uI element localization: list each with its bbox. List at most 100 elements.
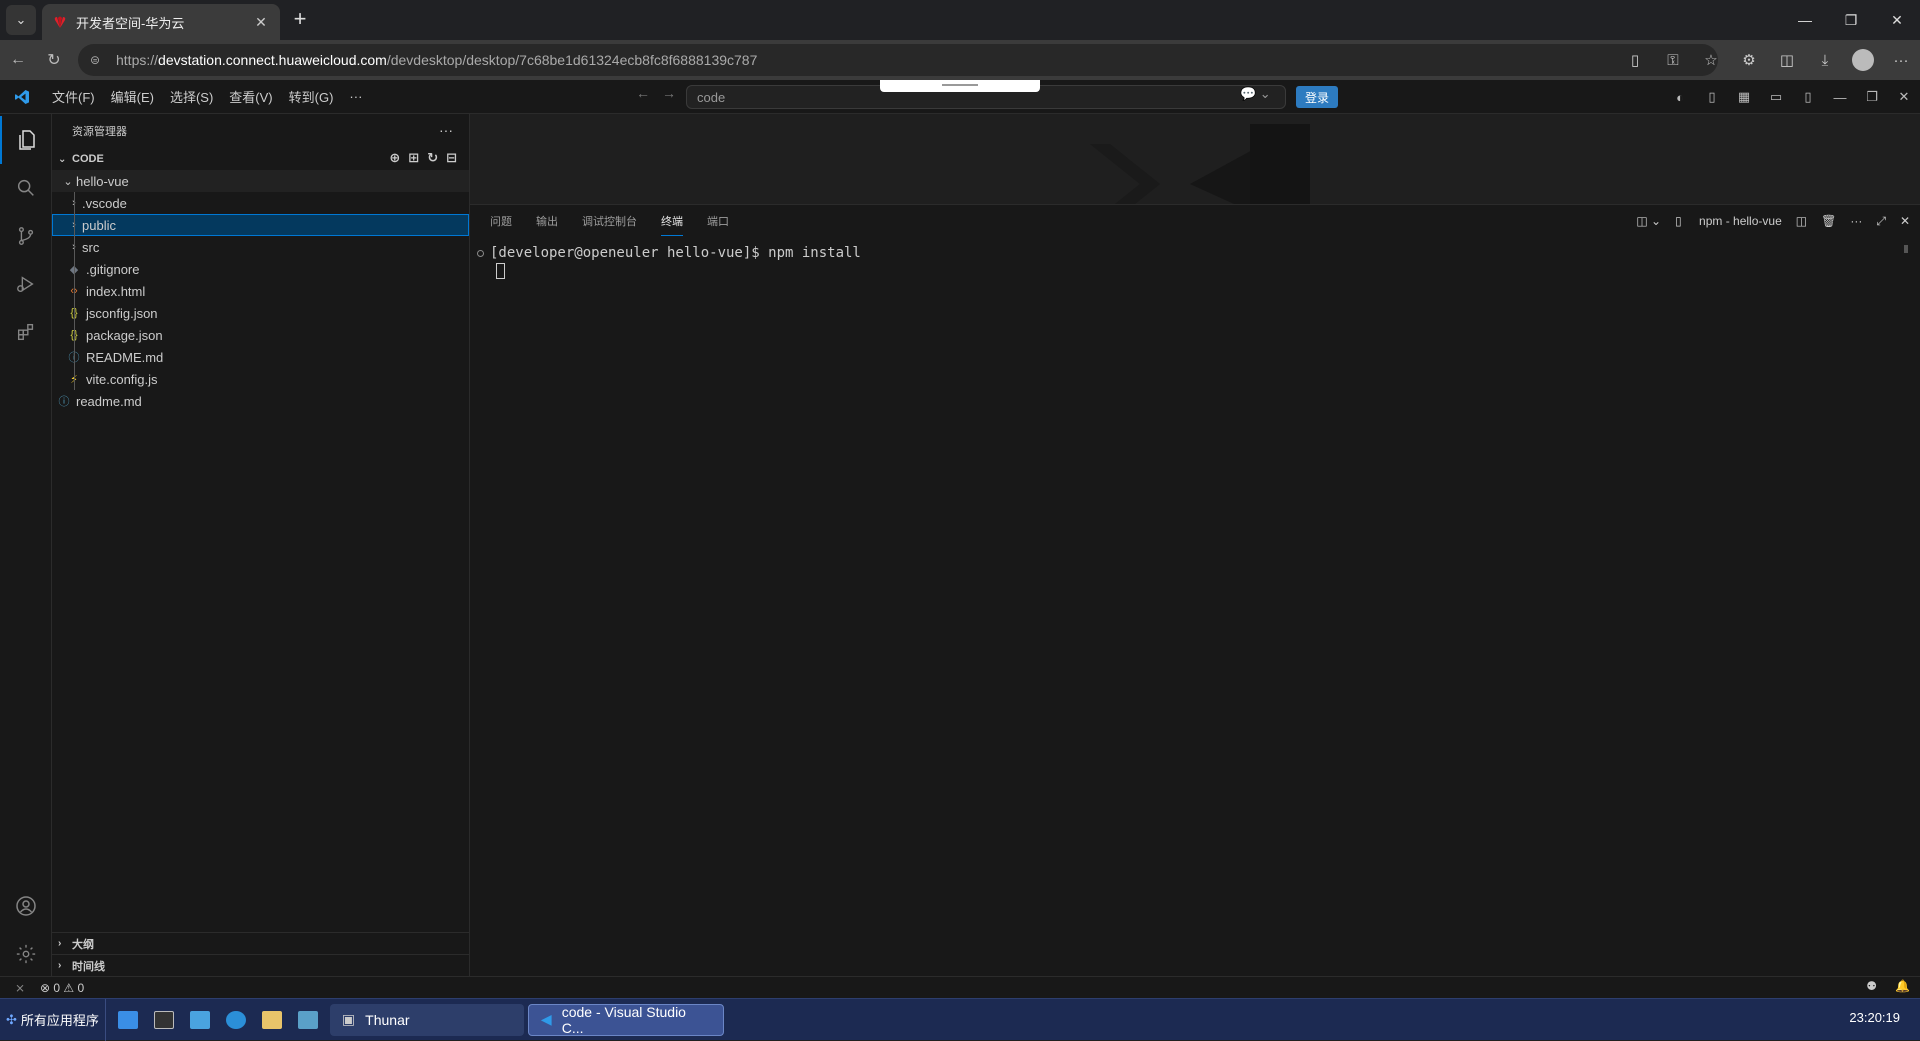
address-bar-row: ← ↻ ⊜ https://devstation.connect.huaweic… (0, 40, 1920, 80)
toggle-sidebar-icon[interactable]: ▯ (1696, 89, 1728, 105)
tree-file-jsconfig[interactable]: {} jsconfig.json (52, 302, 469, 324)
toggle-panel-icon[interactable]: ▭ (1760, 89, 1792, 105)
browser-launcher-icon[interactable] (225, 1010, 246, 1029)
accounts-icon[interactable] (0, 882, 52, 930)
browser-tab-strip: ⌄ 开发者空间-华为云 ✕ + — ❐ ✕ (0, 0, 1920, 40)
split-screen-icon[interactable]: ◫ (1768, 51, 1806, 69)
more-actions-icon[interactable]: ··· (439, 122, 453, 138)
workspace-section-header[interactable]: ⌄ CODE ⊕ ⊞ ↻ ⊟ (52, 148, 469, 170)
key-icon[interactable]: ⚿ (1654, 52, 1692, 69)
extensions-icon[interactable]: ⚙ (1730, 51, 1768, 69)
maximize-panel-icon[interactable]: ⤢ (1876, 214, 1886, 229)
remote-desktop-toolbar-handle[interactable] (880, 80, 1040, 92)
login-button[interactable]: 登录 (1296, 86, 1338, 108)
favorite-star-icon[interactable]: ☆ (1692, 51, 1730, 69)
clipboard-icon[interactable]: ▯ (1616, 51, 1654, 69)
tab-terminal[interactable]: 终端 (661, 207, 683, 236)
close-panel-icon[interactable]: ✕ (1900, 214, 1910, 228)
tab-list-button[interactable]: ⌄ (6, 5, 36, 35)
editor-area[interactable] (470, 114, 1920, 204)
browser-menu-icon[interactable]: ··· (1882, 52, 1920, 69)
info-file-icon: ⓘ (58, 396, 70, 408)
browser-tab[interactable]: 开发者空间-华为云 ✕ (42, 4, 280, 40)
new-file-icon[interactable]: ⊕ (389, 150, 400, 166)
tree-file-readme-md[interactable]: ⓘ README.md (52, 346, 469, 368)
minimize-window-button[interactable]: — (1782, 0, 1828, 40)
menu-file[interactable]: 文件(F) (44, 87, 103, 106)
tree-file-gitignore[interactable]: ◆ .gitignore (52, 258, 469, 280)
settings-gear-icon[interactable] (0, 930, 52, 978)
tab-title: 开发者空间-华为云 (76, 15, 185, 31)
tree-file-root-readme[interactable]: ⓘ readme.md (52, 390, 469, 412)
menu-selection[interactable]: 选择(S) (162, 87, 221, 106)
layout-icon[interactable]: ▦ (1728, 89, 1760, 105)
tree-folder-src[interactable]: › src (52, 236, 469, 258)
outline-section-header[interactable]: › 大纲 (52, 932, 470, 954)
tree-folder-vscode[interactable]: › .vscode (52, 192, 469, 214)
search-icon[interactable] (0, 164, 52, 212)
show-desktop-icon[interactable] (117, 1010, 138, 1029)
chat-icon[interactable]: 💬 ⌄ (1240, 86, 1271, 102)
tab-problems[interactable]: 问题 (490, 207, 512, 235)
terminal-instance-label[interactable]: ▯ npm - hello-vue (1675, 214, 1782, 228)
close-tab-icon[interactable]: ✕ (252, 14, 270, 31)
thunar-icon: ▣ (341, 1011, 356, 1027)
tab-output[interactable]: 输出 (536, 207, 558, 235)
tree-folder-hello-vue[interactable]: ⌄ hello-vue (52, 170, 469, 192)
taskbar-item-vscode[interactable]: ◀ code - Visual Studio C... (527, 1003, 724, 1036)
toggle-secondary-sidebar-icon[interactable]: ▯ (1792, 89, 1824, 105)
clock: 23:20:19 (1849, 1010, 1900, 1025)
menu-edit[interactable]: 编辑(E) (103, 87, 162, 106)
workspace-title: CODE (72, 153, 104, 165)
collapse-all-icon[interactable]: ⊟ (446, 150, 457, 166)
terminal-launcher-icon[interactable] (153, 1010, 174, 1029)
copilot-status-icon[interactable]: ⚉ (1866, 979, 1877, 993)
start-menu-button[interactable]: ✣ 所有应用程序 (0, 998, 106, 1041)
editor-launcher-icon[interactable] (189, 1010, 210, 1029)
url-field[interactable]: ⊜ https://devstation.connect.huaweicloud… (78, 44, 1718, 76)
remote-indicator-icon[interactable]: ⨯ (0, 981, 40, 995)
menu-more[interactable]: ··· (341, 89, 370, 104)
huawei-logo-icon (54, 16, 66, 28)
tree-file-index-html[interactable]: ‹› index.html (52, 280, 469, 302)
refresh-explorer-icon[interactable]: ↻ (427, 150, 438, 166)
split-terminal-icon[interactable]: ◫ (1796, 214, 1807, 228)
site-info-icon[interactable]: ⊜ (90, 53, 106, 67)
tree-folder-public[interactable]: › public (52, 214, 469, 236)
tab-ports[interactable]: 端口 (707, 207, 729, 235)
profile-avatar[interactable] (1852, 49, 1874, 71)
new-terminal-dropdown-icon[interactable]: ◫ ⌄ (1636, 214, 1661, 228)
explorer-sidebar: 资源管理器 ··· ⌄ CODE ⊕ ⊞ ↻ ⊟ ⌄ hello-vue › .… (52, 114, 470, 976)
copilot-icon[interactable]: ◐ (1664, 90, 1696, 105)
back-icon[interactable]: ← (0, 44, 36, 76)
problems-status[interactable]: ⊗ 0 ⚠ 0 (40, 981, 84, 995)
extensions-icon[interactable] (0, 308, 52, 356)
search-launcher-icon[interactable] (297, 1010, 318, 1029)
tree-file-vite-config[interactable]: ⚡ vite.config.js (52, 368, 469, 390)
notifications-bell-icon[interactable]: 🔔 (1895, 979, 1910, 993)
restore-window-button[interactable]: ❐ (1828, 0, 1874, 40)
refresh-icon[interactable]: ↻ (36, 44, 72, 76)
command-decoration-icon[interactable] (477, 250, 484, 257)
nav-back-forward-icons[interactable]: ←→ (636, 85, 688, 101)
tab-debug-console[interactable]: 调试控制台 (582, 207, 637, 235)
explorer-icon[interactable] (0, 116, 52, 164)
timeline-section-header[interactable]: › 时间线 (52, 954, 470, 976)
minimize-icon[interactable]: — (1824, 90, 1856, 105)
file-manager-launcher-icon[interactable] (261, 1010, 282, 1029)
terminal-scrollbar[interactable] (1904, 245, 1908, 253)
kill-terminal-icon[interactable]: 🗑 (1821, 214, 1836, 228)
close-icon[interactable]: ✕ (1888, 89, 1920, 105)
more-actions-icon[interactable]: ··· (1850, 214, 1862, 228)
menu-view[interactable]: 查看(V) (221, 87, 280, 106)
new-tab-button[interactable]: + (288, 8, 312, 32)
new-folder-icon[interactable]: ⊞ (408, 150, 419, 166)
restore-icon[interactable]: ❐ (1856, 89, 1888, 105)
run-debug-icon[interactable] (0, 260, 52, 308)
close-window-button[interactable]: ✕ (1874, 0, 1920, 40)
tree-file-package-json[interactable]: {} package.json (52, 324, 469, 346)
download-icon[interactable]: ⤓ (1806, 52, 1844, 69)
source-control-icon[interactable] (0, 212, 52, 260)
menu-go[interactable]: 转到(G) (281, 87, 342, 106)
taskbar-item-thunar[interactable]: ▣ Thunar (329, 1003, 524, 1036)
